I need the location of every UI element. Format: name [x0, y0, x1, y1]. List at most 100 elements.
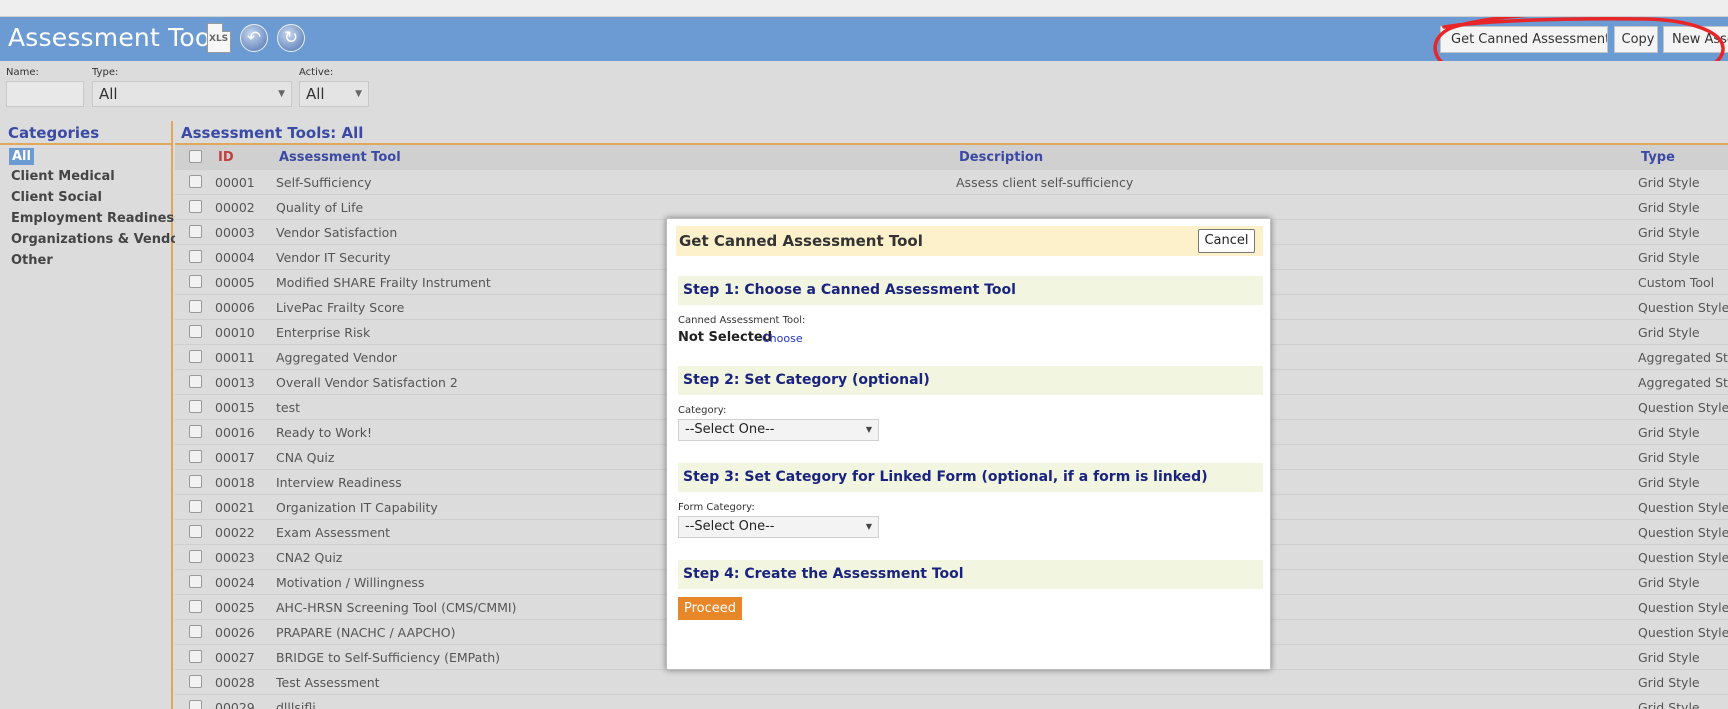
row-type: Grid Style: [1638, 325, 1700, 340]
row-assessment-tool[interactable]: Vendor IT Security: [276, 250, 391, 265]
row-checkbox[interactable]: [189, 300, 202, 313]
row-checkbox[interactable]: [189, 400, 202, 413]
row-checkbox[interactable]: [189, 350, 202, 363]
step-4-header: Step 4: Create the Assessment Tool: [678, 560, 1263, 589]
row-checkbox[interactable]: [189, 450, 202, 463]
row-assessment-tool[interactable]: BRIDGE to Self-Sufficiency (EMPath): [276, 650, 500, 665]
row-checkbox[interactable]: [189, 375, 202, 388]
choose-link[interactable]: Choose: [762, 332, 803, 345]
row-checkbox[interactable]: [189, 700, 202, 709]
select-all-checkbox[interactable]: [189, 150, 202, 163]
row-checkbox[interactable]: [189, 575, 202, 588]
row-checkbox[interactable]: [189, 175, 202, 188]
category-select-value: --Select One--: [685, 422, 775, 437]
row-assessment-tool[interactable]: CNA2 Quiz: [276, 550, 342, 565]
row-assessment-tool[interactable]: CNA Quiz: [276, 450, 334, 465]
proceed-button[interactable]: Proceed: [678, 597, 742, 620]
row-checkbox[interactable]: [189, 275, 202, 288]
row-checkbox[interactable]: [189, 425, 202, 438]
category-item-client-medical[interactable]: Client Medical: [11, 169, 115, 184]
refresh-icon[interactable]: ↻: [277, 24, 305, 52]
row-assessment-tool[interactable]: Modified SHARE Frailty Instrument: [276, 275, 491, 290]
row-checkbox[interactable]: [189, 525, 202, 538]
cancel-button[interactable]: Cancel: [1198, 229, 1255, 253]
row-checkbox[interactable]: [189, 225, 202, 238]
row-id: 00017: [215, 450, 255, 465]
new-assessment-button[interactable]: New Asse: [1663, 26, 1728, 53]
row-checkbox[interactable]: [189, 475, 202, 488]
xls-icon[interactable]: XLS: [207, 23, 231, 53]
row-checkbox[interactable]: [189, 325, 202, 338]
browser-top-strip: [0, 0, 1728, 17]
chevron-down-icon: ▼: [865, 425, 872, 434]
row-checkbox[interactable]: [189, 550, 202, 563]
row-assessment-tool[interactable]: dlllsifli: [276, 700, 316, 709]
category-select[interactable]: --Select One-- ▼: [678, 419, 879, 441]
form-category-select-value: --Select One--: [685, 519, 775, 534]
active-filter-select[interactable]: All ▼: [299, 81, 369, 107]
row-id: 00028: [215, 675, 255, 690]
row-type: Grid Style: [1638, 200, 1700, 215]
row-checkbox[interactable]: [189, 675, 202, 688]
row-checkbox[interactable]: [189, 650, 202, 663]
row-assessment-tool[interactable]: Quality of Life: [276, 200, 363, 215]
get-canned-assessment-button[interactable]: Get Canned Assessment: [1440, 26, 1608, 53]
undo-icon[interactable]: ↶: [240, 24, 268, 52]
row-assessment-tool[interactable]: Exam Assessment: [276, 525, 390, 540]
row-type: Question Style: [1638, 300, 1728, 315]
column-header-type[interactable]: Type: [1641, 150, 1675, 165]
row-type: Grid Style: [1638, 425, 1700, 440]
category-item-organizations-vendors[interactable]: Organizations & Vendors: [11, 232, 193, 247]
row-assessment-tool[interactable]: Motivation / Willingness: [276, 575, 424, 590]
chevron-down-icon: ▼: [278, 89, 285, 99]
type-filter-select[interactable]: All ▼: [92, 81, 292, 107]
step-1-header: Step 1: Choose a Canned Assessment Tool: [678, 276, 1263, 305]
row-id: 00015: [215, 400, 255, 415]
table-row[interactable]: 00028 Test Assessment Grid Style: [175, 670, 1728, 695]
row-type: Question Style: [1638, 400, 1728, 415]
table-row[interactable]: 00002 Quality of Life Grid Style: [175, 195, 1728, 220]
form-category-label: Form Category:: [678, 502, 755, 513]
column-header-id[interactable]: ID: [218, 150, 234, 165]
row-id: 00024: [215, 575, 255, 590]
row-id: 00018: [215, 475, 255, 490]
row-checkbox[interactable]: [189, 200, 202, 213]
chevron-down-icon: ▼: [865, 522, 872, 531]
row-id: 00013: [215, 375, 255, 390]
categories-title: Categories: [8, 124, 100, 142]
step-3-title: Step 3: Set Category for Linked Form (op…: [683, 469, 1208, 485]
row-assessment-tool[interactable]: LivePac Frailty Score: [276, 300, 404, 315]
row-assessment-tool[interactable]: Test Assessment: [276, 675, 380, 690]
category-item-employment-readiness[interactable]: Employment Readiness: [11, 211, 182, 226]
row-checkbox[interactable]: [189, 600, 202, 613]
table-row[interactable]: 00001 Self-Sufficiency Assess client self-…: [175, 170, 1728, 195]
table-row[interactable]: 00029 dlllsifli Grid Style: [175, 695, 1728, 709]
row-assessment-tool[interactable]: Overall Vendor Satisfaction 2: [276, 375, 458, 390]
row-assessment-tool[interactable]: Interview Readiness: [276, 475, 402, 490]
category-item-other[interactable]: Other: [11, 253, 53, 268]
row-checkbox[interactable]: [189, 250, 202, 263]
row-assessment-tool[interactable]: Vendor Satisfaction: [276, 225, 397, 240]
column-header-assessment-tool[interactable]: Assessment Tool: [279, 150, 401, 165]
row-assessment-tool[interactable]: Organization IT Capability: [276, 500, 438, 515]
row-type: Custom Tool: [1638, 275, 1715, 290]
step-4-title: Step 4: Create the Assessment Tool: [683, 566, 964, 582]
row-assessment-tool[interactable]: Self-Sufficiency: [276, 175, 372, 190]
row-type: Question Style: [1638, 500, 1728, 515]
form-category-select[interactable]: --Select One-- ▼: [678, 516, 879, 538]
row-assessment-tool[interactable]: test: [276, 400, 300, 415]
row-assessment-tool[interactable]: PRAPARE (NACHC / AAPCHO): [276, 625, 456, 640]
row-assessment-tool[interactable]: Ready to Work!: [276, 425, 372, 440]
row-checkbox[interactable]: [189, 500, 202, 513]
row-checkbox[interactable]: [189, 625, 202, 638]
category-item-client-social[interactable]: Client Social: [11, 190, 102, 205]
row-assessment-tool[interactable]: AHC-HRSN Screening Tool (CMS/CMMI): [276, 600, 516, 615]
row-type: Aggregated Sty: [1638, 375, 1728, 390]
category-item-all[interactable]: All: [9, 148, 34, 165]
name-filter-input[interactable]: [6, 81, 84, 107]
row-assessment-tool[interactable]: Enterprise Risk: [276, 325, 370, 340]
row-assessment-tool[interactable]: Aggregated Vendor: [276, 350, 397, 365]
copy-button[interactable]: Copy: [1614, 26, 1658, 53]
column-header-description[interactable]: Description: [959, 150, 1043, 165]
row-id: 00025: [215, 600, 255, 615]
